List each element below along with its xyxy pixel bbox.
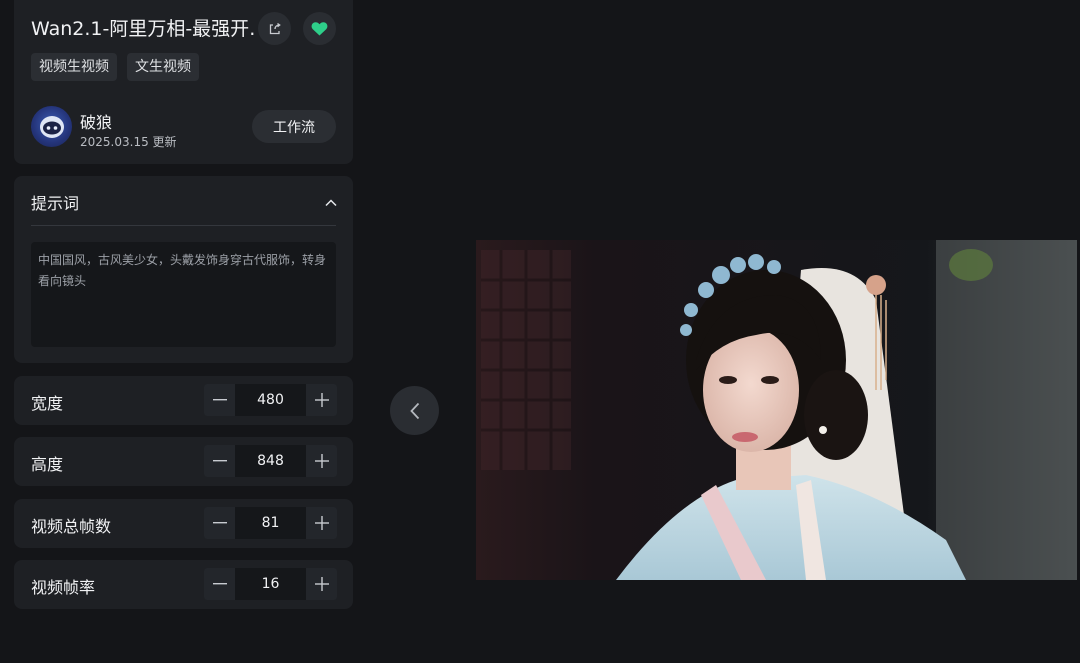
fps-stepper: 16 (204, 568, 337, 600)
plus-icon (314, 516, 329, 530)
workflow-info-card: Wan2.1-阿里万相-最强开… 视频生视频 文生视频 破狼 2025.03.1… (14, 0, 353, 164)
chevron-up-icon (325, 199, 337, 207)
fps-param: 视频帧率 16 (14, 560, 353, 609)
chevron-left-icon (409, 402, 419, 419)
divider (31, 225, 336, 226)
width-label: 宽度 (31, 394, 64, 413)
prompt-card: 提示词 中国国风，古风美少女，头戴发饰身穿古代服饰，转身看向镜头 (14, 176, 353, 363)
minus-icon (212, 399, 227, 401)
prompt-label: 提示词 (31, 194, 80, 213)
fps-value[interactable]: 16 (235, 568, 306, 600)
width-param: 宽度 480 (14, 376, 353, 425)
fps-decrement-button[interactable] (204, 568, 235, 600)
width-value[interactable]: 480 (235, 384, 306, 416)
height-stepper: 848 (204, 445, 337, 477)
heart-icon (311, 22, 328, 36)
workflow-button[interactable]: 工作流 (252, 110, 336, 143)
share-icon (269, 22, 281, 34)
width-decrement-button[interactable] (204, 384, 235, 416)
author-name[interactable]: 破狼 (80, 109, 112, 133)
avatar[interactable] (31, 106, 72, 147)
plus-icon (314, 577, 329, 591)
tag-list: 视频生视频 文生视频 (31, 53, 199, 81)
height-increment-button[interactable] (306, 445, 337, 477)
previous-button[interactable] (390, 386, 439, 435)
frames-value[interactable]: 81 (235, 507, 306, 539)
width-increment-button[interactable] (306, 384, 337, 416)
update-date: 2025.03.15 更新 (80, 135, 177, 149)
frames-label: 视频总帧数 (31, 517, 112, 536)
frames-decrement-button[interactable] (204, 507, 235, 539)
fps-label: 视频帧率 (31, 578, 96, 597)
height-label: 高度 (31, 455, 64, 474)
minus-icon (212, 522, 227, 524)
share-button[interactable] (258, 12, 291, 45)
tag-video-to-video[interactable]: 视频生视频 (31, 53, 117, 81)
robot-avatar-icon (39, 115, 64, 138)
frames-stepper: 81 (204, 507, 337, 539)
height-param: 高度 848 (14, 437, 353, 486)
video-preview[interactable] (476, 240, 1077, 580)
minus-icon (212, 583, 227, 585)
frames-param: 视频总帧数 81 (14, 499, 353, 548)
fps-increment-button[interactable] (306, 568, 337, 600)
plus-icon (314, 454, 329, 468)
favorite-button[interactable] (303, 12, 336, 45)
plus-icon (314, 393, 329, 407)
workflow-title: Wan2.1-阿里万相-最强开… (31, 18, 257, 40)
video-frame-image (476, 240, 1077, 580)
minus-icon (212, 460, 227, 462)
height-value[interactable]: 848 (235, 445, 306, 477)
width-stepper: 480 (204, 384, 337, 416)
prompt-text[interactable]: 中国国风，古风美少女，头戴发饰身穿古代服饰，转身看向镜头 (31, 242, 336, 347)
collapse-button[interactable] (325, 192, 337, 211)
tag-text-to-video[interactable]: 文生视频 (127, 53, 199, 81)
frames-increment-button[interactable] (306, 507, 337, 539)
height-decrement-button[interactable] (204, 445, 235, 477)
